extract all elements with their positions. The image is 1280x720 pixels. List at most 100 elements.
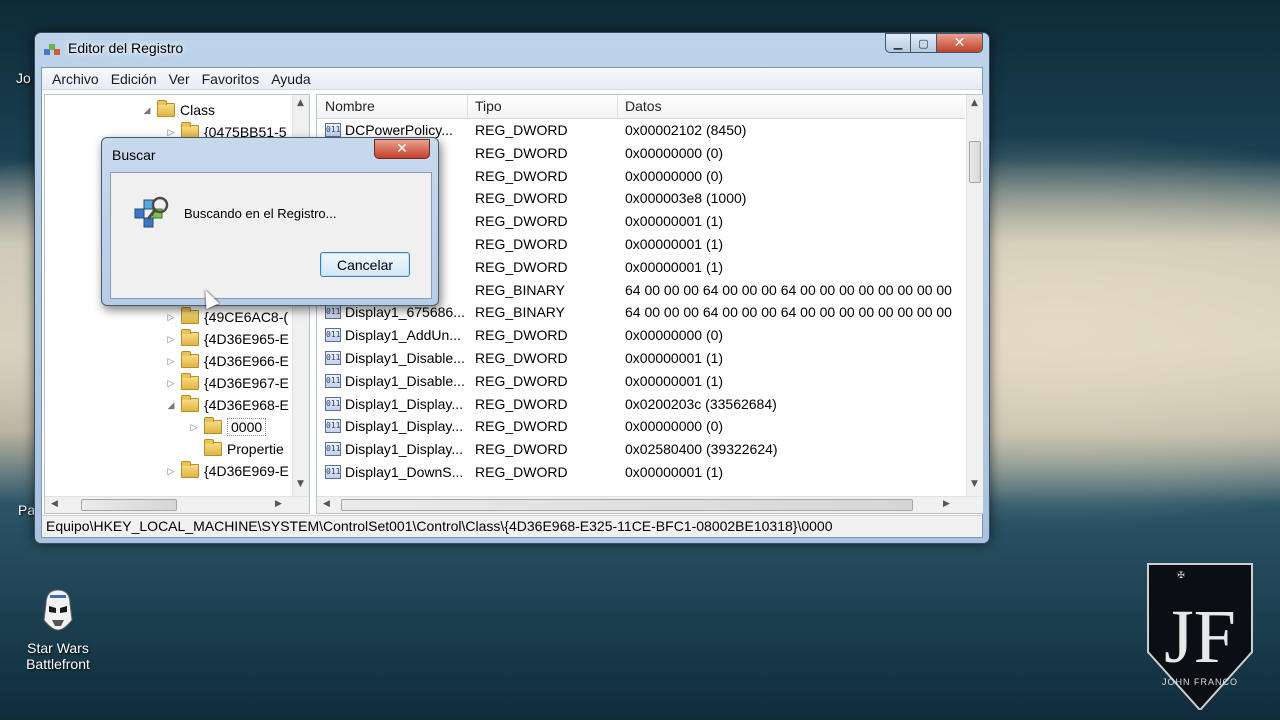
expand-arrow-icon[interactable]: ▷ — [165, 378, 177, 389]
tree-node[interactable]: ▷ {4D36E965-E — [165, 328, 289, 350]
cell-data: 0x02580400 (39322624) — [625, 441, 778, 458]
reg-value-icon: 011 — [325, 419, 341, 434]
list-horizontal-scrollbar[interactable]: ◀ ▶ — [317, 496, 983, 513]
tree-horizontal-scrollbar[interactable]: ◀ ▶ — [45, 496, 309, 513]
expand-arrow-icon[interactable]: ▷ — [165, 466, 177, 477]
cell-type: REG_DWORD — [475, 122, 568, 138]
folder-icon — [181, 329, 199, 346]
scrollbar-thumb[interactable] — [969, 141, 981, 183]
cell-type: REG_DWORD — [475, 350, 568, 366]
tree-node-label: Class — [180, 102, 216, 118]
cell-name: Display1_DownS... — [345, 464, 464, 480]
list-row[interactable]: 011 Display1_Disable... REG_DWORD 0x0000000… — [317, 347, 965, 370]
search-dialog: Buscar ✕ Buscando en el Registro... Canc… — [101, 137, 439, 306]
cell-type: REG_DWORD — [475, 190, 568, 207]
list-row[interactable]: 011 Display1_Disable... REG_DWORD 0x0000000… — [317, 370, 965, 393]
reg-value-icon: 011 — [325, 373, 341, 388]
expand-arrow-icon[interactable]: ▷ — [165, 334, 177, 345]
cell-data: 0x00000000 (0) — [625, 418, 724, 435]
list-row[interactable]: 011 Display1_DownS... REG_DWORD 0x00000001 … — [317, 461, 965, 484]
cell-type: REG_DWORD — [475, 372, 568, 389]
menu-ayuda[interactable]: Ayuda — [265, 71, 316, 87]
cell-type: REG_DWORD — [475, 144, 568, 161]
cell-data: 64 00 00 00 64 00 00 00 64 00 00 00 00 0… — [625, 304, 952, 321]
tree-node-class[interactable]: ◢ Class — [141, 99, 215, 121]
tree-node-label: Propertie — [227, 441, 284, 457]
scroll-right-arrow-icon[interactable]: ▶ — [275, 499, 282, 509]
folder-icon — [181, 461, 199, 478]
scroll-right-arrow-icon[interactable]: ▶ — [943, 499, 950, 509]
minimize-button[interactable]: ▁ — [885, 33, 911, 53]
column-header-tipo[interactable]: Tipo — [475, 98, 502, 114]
cell-type: REG_DWORD — [475, 236, 568, 252]
list-vertical-scrollbar[interactable]: ▲ ▼ — [966, 95, 983, 497]
cell-data: 0x000003e8 (1000) — [625, 190, 747, 207]
cell-type: REG_DWORD — [475, 213, 568, 230]
title-bar[interactable]: Editor del Registro ▁ ▢ ✕ — [35, 33, 989, 63]
cell-name: Display1_Display... — [345, 441, 464, 458]
scrollbar-thumb[interactable] — [341, 499, 913, 511]
scroll-up-arrow-icon[interactable]: ▲ — [971, 98, 978, 108]
column-header-datos[interactable]: Datos — [625, 98, 662, 114]
cell-data: 0x0200203c (33562684) — [625, 395, 777, 412]
cell-data: 0x00000001 (1) — [625, 464, 724, 480]
collapse-arrow-icon[interactable]: ◢ — [165, 400, 177, 411]
reg-value-icon: 011 — [325, 351, 341, 365]
desktop-partial-label: Pa — [18, 502, 36, 518]
desktop-icon-star-wars[interactable]: Star Wars Battlefront — [16, 586, 100, 672]
tree-node[interactable]: ▷ {4D36E969-E — [165, 460, 289, 482]
cell-type: REG_BINARY — [475, 304, 565, 321]
logo-caption: JOHN FRANCO — [1162, 677, 1238, 687]
tree-node[interactable]: ◢ {4D36E968-E — [165, 394, 289, 416]
tree-node-label: {4D36E965-E — [204, 331, 289, 347]
tree-node-label: {4D36E967-E — [204, 375, 289, 391]
expand-arrow-icon[interactable]: ▷ — [165, 312, 177, 323]
tree-node[interactable]: Propertie — [188, 438, 284, 460]
cell-type: REG_DWORD — [475, 418, 568, 435]
cell-type: REG_DWORD — [475, 167, 568, 184]
scroll-down-arrow-icon[interactable]: ▼ — [297, 479, 304, 489]
scroll-up-arrow-icon[interactable]: ▲ — [297, 98, 304, 108]
expand-arrow-icon[interactable]: ▷ — [165, 356, 177, 367]
expand-arrow-icon[interactable]: ▷ — [188, 422, 200, 433]
menu-edicion[interactable]: Edición — [105, 71, 163, 87]
dialog-message: Buscando en el Registro... — [184, 206, 337, 221]
cell-name: Display1_Display... — [345, 418, 464, 435]
close-icon: ✕ — [953, 35, 966, 51]
tree-node-selected[interactable]: ▷ 0000 — [188, 416, 267, 438]
reg-value-icon: 011 — [325, 442, 341, 457]
scroll-left-arrow-icon[interactable]: ◀ — [323, 499, 330, 509]
list-row[interactable]: 011 Display1_Display... REG_DWORD 0x0200203… — [317, 393, 965, 416]
cell-data: 0x00000001 (1) — [625, 372, 724, 389]
tree-node-label: {4D36E968-E — [204, 397, 289, 413]
logo-cross-icon: ✠ — [1177, 571, 1185, 581]
cell-data: 0x00002102 (8450) — [625, 122, 747, 138]
folder-icon — [181, 351, 199, 368]
cancel-button[interactable]: Cancelar — [320, 252, 410, 277]
reg-value-icon: 011 — [325, 465, 341, 479]
menu-favoritos[interactable]: Favoritos — [196, 71, 266, 87]
cell-data: 0x00000001 (1) — [625, 236, 724, 252]
cell-data: 0x00000001 (1) — [625, 350, 724, 366]
tree-node[interactable]: ▷ {4D36E966-E — [165, 350, 289, 372]
list-row[interactable]: 011 Display1_Display... REG_DWORD 0x0000000… — [317, 415, 965, 438]
scroll-left-arrow-icon[interactable]: ◀ — [51, 499, 58, 509]
collapse-arrow-icon[interactable]: ◢ — [141, 105, 153, 116]
window-title: Editor del Registro — [68, 40, 184, 56]
maximize-button[interactable]: ▢ — [911, 33, 937, 53]
menu-archivo[interactable]: Archivo — [46, 71, 105, 87]
cell-data: 0x00000000 (0) — [625, 144, 724, 161]
expand-arrow-icon[interactable]: ▷ — [165, 127, 177, 138]
reg-value-icon: 011 — [325, 123, 341, 137]
dialog-close-button[interactable]: ✕ — [374, 139, 430, 159]
scroll-down-arrow-icon[interactable]: ▼ — [971, 479, 978, 489]
tree-node[interactable]: ▷ {4D36E967-E — [165, 372, 289, 394]
scrollbar-thumb[interactable] — [81, 499, 177, 511]
column-header-nombre[interactable]: Nombre — [325, 98, 375, 114]
tree-node[interactable]: ▷ {49CE6AC8-( — [165, 306, 288, 328]
menu-ver[interactable]: Ver — [163, 71, 196, 87]
cell-name: Display1_Display... — [345, 395, 464, 412]
list-row[interactable]: 011 Display1_Display... REG_DWORD 0x0258040… — [317, 438, 965, 461]
list-row[interactable]: 011 Display1_AddUn... REG_DWORD 0x00000000 … — [317, 324, 965, 347]
close-button[interactable]: ✕ — [937, 33, 983, 53]
